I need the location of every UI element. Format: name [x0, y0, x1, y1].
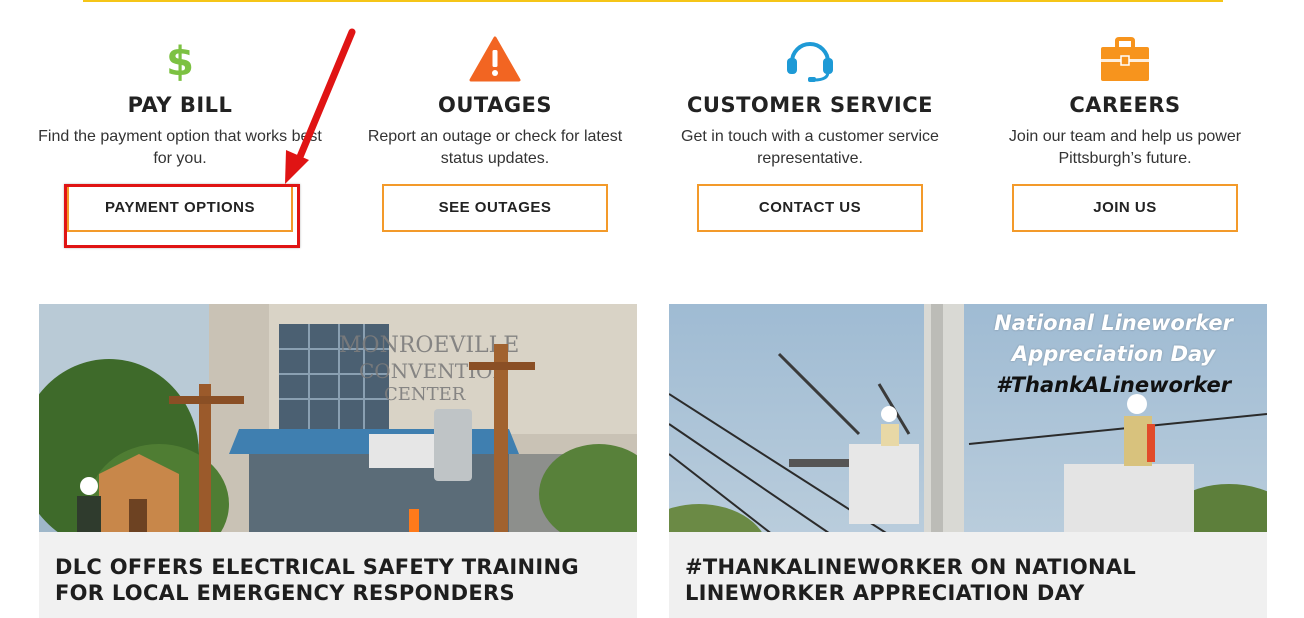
service-title: OUTAGES [437, 93, 553, 117]
service-outages: OUTAGES Report an outage or check for la… [337, 30, 653, 232]
headset-icon [652, 30, 968, 88]
payment-options-button[interactable]: PAYMENT OPTIONS [67, 184, 293, 232]
service-title: CAREERS [1069, 93, 1181, 117]
svg-text:MONROEVILLE: MONROEVILLE [339, 333, 519, 358]
overlay-line-1: National Lineworker [994, 311, 1233, 335]
svg-text:CENTER: CENTER [384, 384, 466, 405]
see-outages-button[interactable]: SEE OUTAGES [382, 184, 608, 232]
service-title: CUSTOMER SERVICE [687, 93, 933, 117]
briefcase-icon [967, 30, 1283, 88]
news-caption: DLC OFFERS ELECTRICAL SAFETY TRAINING FO… [39, 532, 637, 618]
service-title: PAY BILL [127, 93, 233, 117]
contact-us-button[interactable]: CONTACT US [697, 184, 923, 232]
news-title[interactable]: DLC OFFERS ELECTRICAL SAFETY TRAINING FO… [55, 554, 621, 606]
service-careers: CAREERS Join our team and help us power … [967, 30, 1283, 232]
join-us-button[interactable]: JOIN US [1012, 184, 1238, 232]
news-caption: #THANKALINEWORKER ON NATIONAL LINEWORKER… [669, 532, 1267, 618]
dollar-sign-icon: $ [22, 30, 338, 88]
service-description: Join our team and help us power Pittsbur… [1008, 128, 1242, 167]
service-description: Get in touch with a customer service rep… [681, 128, 939, 167]
service-customer-service: CUSTOMER SERVICE Get in touch with a cus… [652, 30, 968, 232]
warning-icon [337, 30, 653, 88]
image-overlay-text: National Lineworker Appreciation Day #Th… [994, 308, 1233, 401]
news-card-thank-a-lineworker[interactable]: National Lineworker Appreciation Day #Th… [669, 304, 1267, 618]
top-accent-rule [83, 0, 1223, 2]
services-row: $ PAY BILL Find the payment option that … [22, 30, 1282, 260]
service-description: Report an outage or check for latest sta… [367, 128, 623, 167]
service-pay-bill: $ PAY BILL Find the payment option that … [22, 30, 338, 232]
overlay-line-2: Appreciation Day [1011, 342, 1216, 366]
svg-text:$: $ [166, 39, 194, 81]
service-description: Find the payment option that works best … [38, 128, 322, 167]
overlay-hashtag: #ThankALineworker [996, 373, 1232, 397]
news-title[interactable]: #THANKALINEWORKER ON NATIONAL LINEWORKER… [685, 554, 1251, 606]
news-card-safety-training[interactable]: MONROEVILLE CONVENTION CENTER DLC OFFERS… [39, 304, 637, 618]
